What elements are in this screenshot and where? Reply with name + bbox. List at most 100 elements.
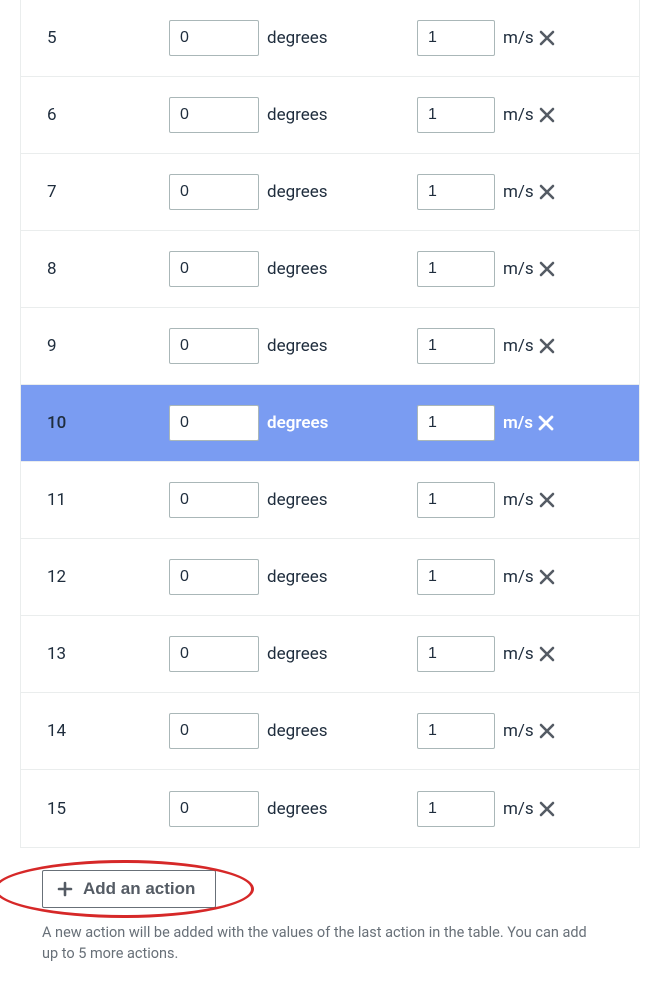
ms-unit-label: m/s	[503, 259, 534, 279]
degrees-unit-label: degrees	[267, 644, 328, 664]
close-icon[interactable]	[538, 568, 556, 586]
speed-input[interactable]	[417, 559, 495, 595]
speed-cell: m/s	[417, 636, 627, 672]
angle-input[interactable]	[169, 20, 259, 56]
degrees-unit-label: degrees	[267, 413, 328, 433]
table-row[interactable]: 15 degrees m/s	[21, 770, 639, 847]
speed-cell: m/s	[417, 713, 627, 749]
speed-cell: m/s	[417, 174, 627, 210]
angle-input[interactable]	[169, 791, 259, 827]
close-icon[interactable]	[538, 337, 556, 355]
angle-input[interactable]	[169, 328, 259, 364]
ms-unit-label: m/s	[503, 182, 534, 202]
degrees-unit-label: degrees	[267, 259, 328, 279]
angle-cell: degrees	[169, 405, 417, 441]
table-row[interactable]: 8 degrees m/s	[21, 231, 639, 308]
close-icon[interactable]	[538, 106, 556, 124]
close-icon[interactable]	[538, 29, 556, 47]
close-icon[interactable]	[538, 491, 556, 509]
speed-cell: m/s	[417, 559, 627, 595]
table-row[interactable]: 14 degrees m/s	[21, 693, 639, 770]
speed-cell: m/s	[417, 251, 627, 287]
speed-cell: m/s	[417, 328, 627, 364]
close-icon[interactable]	[538, 722, 556, 740]
angle-cell: degrees	[169, 636, 417, 672]
close-icon[interactable]	[538, 260, 556, 278]
table-row[interactable]: 7 degrees m/s	[21, 154, 639, 231]
row-number: 7	[47, 182, 169, 202]
angle-cell: degrees	[169, 174, 417, 210]
row-number: 11	[47, 490, 169, 510]
degrees-unit-label: degrees	[267, 105, 328, 125]
speed-input[interactable]	[417, 713, 495, 749]
close-icon[interactable]	[538, 645, 556, 663]
ms-unit-label: m/s	[503, 799, 534, 819]
angle-input[interactable]	[169, 251, 259, 287]
row-number: 14	[47, 721, 169, 741]
row-number: 5	[47, 28, 169, 48]
plus-icon	[57, 881, 73, 897]
speed-cell: m/s	[417, 97, 627, 133]
speed-input[interactable]	[417, 482, 495, 518]
table-row[interactable]: 6 degrees m/s	[21, 77, 639, 154]
speed-input[interactable]	[417, 405, 495, 441]
speed-cell: m/s	[417, 405, 627, 441]
angle-input[interactable]	[169, 713, 259, 749]
table-row[interactable]: 10 degrees m/s	[21, 385, 639, 462]
angle-input[interactable]	[169, 482, 259, 518]
degrees-unit-label: degrees	[267, 567, 328, 587]
footer: Add an action A new action will be added…	[0, 848, 660, 974]
speed-input[interactable]	[417, 251, 495, 287]
degrees-unit-label: degrees	[267, 182, 328, 202]
speed-cell: m/s	[417, 482, 627, 518]
row-number: 6	[47, 105, 169, 125]
ms-unit-label: m/s	[503, 644, 534, 664]
table-row[interactable]: 9degreesm/s	[21, 308, 639, 385]
table-row[interactable]: 5 degrees m/s	[21, 0, 639, 77]
speed-input[interactable]	[417, 20, 495, 56]
close-icon[interactable]	[538, 800, 556, 818]
table-row[interactable]: 11 degrees m/s	[21, 462, 639, 539]
table-row[interactable]: 13degreesm/s	[21, 616, 639, 693]
row-number: 9	[47, 336, 169, 356]
degrees-unit-label: degrees	[267, 799, 328, 819]
degrees-unit-label: degrees	[267, 490, 328, 510]
speed-input[interactable]	[417, 328, 495, 364]
degrees-unit-label: degrees	[267, 721, 328, 741]
speed-cell: m/s	[417, 20, 627, 56]
ms-unit-label: m/s	[503, 721, 534, 741]
angle-cell: degrees	[169, 97, 417, 133]
ms-unit-label: m/s	[503, 567, 534, 587]
table-row[interactable]: 12 degrees m/s	[21, 539, 639, 616]
add-action-label: Add an action	[83, 879, 195, 899]
speed-input[interactable]	[417, 791, 495, 827]
helper-text: A new action will be added with the valu…	[42, 922, 602, 964]
angle-cell: degrees	[169, 791, 417, 827]
angle-input[interactable]	[169, 636, 259, 672]
ms-unit-label: m/s	[503, 413, 533, 433]
row-number: 12	[47, 567, 169, 587]
add-action-button[interactable]: Add an action	[42, 870, 216, 908]
speed-input[interactable]	[417, 174, 495, 210]
ms-unit-label: m/s	[503, 28, 534, 48]
ms-unit-label: m/s	[503, 490, 534, 510]
angle-input[interactable]	[169, 174, 259, 210]
row-number: 15	[47, 799, 169, 819]
actions-table: 5degreesm/s6degreesm/s7degreesm/s8degree…	[20, 0, 640, 848]
degrees-unit-label: degrees	[267, 28, 328, 48]
close-icon[interactable]	[538, 183, 556, 201]
angle-input[interactable]	[169, 97, 259, 133]
angle-cell: degrees	[169, 328, 417, 364]
row-number: 10	[47, 413, 169, 433]
angle-input[interactable]	[169, 405, 259, 441]
angle-cell: degrees	[169, 251, 417, 287]
speed-cell: m/s	[417, 791, 627, 827]
ms-unit-label: m/s	[503, 105, 534, 125]
speed-input[interactable]	[417, 97, 495, 133]
angle-input[interactable]	[169, 559, 259, 595]
close-icon[interactable]	[537, 414, 555, 432]
angle-cell: degrees	[169, 482, 417, 518]
row-number: 8	[47, 259, 169, 279]
angle-cell: degrees	[169, 20, 417, 56]
speed-input[interactable]	[417, 636, 495, 672]
